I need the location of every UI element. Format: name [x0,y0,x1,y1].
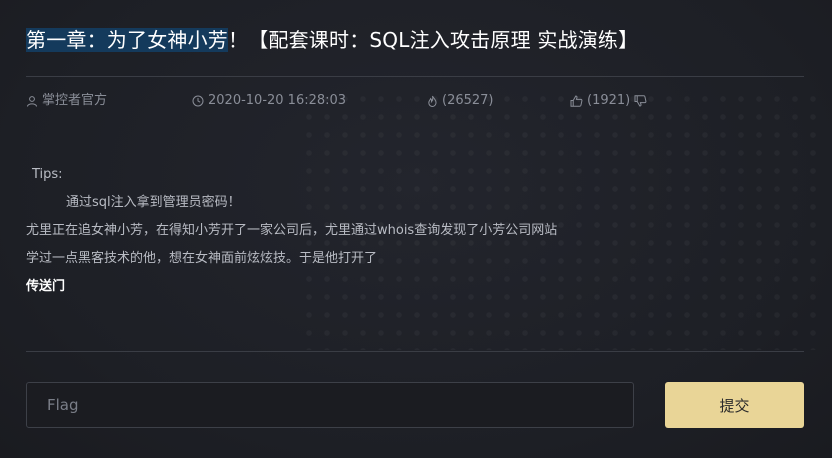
post-date: 2020-10-20 16:28:03 [208,93,347,108]
meta-author: 掌控者官方 [26,92,107,110]
story-line-1: 尤里正在追女神小芳，在得知小芳开了一家公司后，尤里通过whois查询发现了小芳公… [26,223,558,238]
user-icon [27,96,37,107]
view-count: (26527) [442,93,494,108]
challenge-title-highlight: 第一章：为了女神小芳 [26,28,228,52]
author-name: 掌控者官方 [42,93,108,108]
challenge-title: 第一章：为了女神小芳！【配套课时：SQL注入攻击原理 实战演练】 [26,26,638,54]
story-line-2: 学过一点黑客技术的他，想在女神面前炫炫技。于是他打开了 [26,251,378,266]
bottom-divider [26,351,804,352]
challenge-panel: 第一章：为了女神小芳！【配套课时：SQL注入攻击原理 实战演练】 掌控者官方 2… [0,0,832,458]
background-dot-pattern [300,90,820,350]
meta-likes: (1921) [570,92,651,110]
tip-text: 通过sql注入拿到管理员密码！ [66,195,241,210]
meta-views: (26527) [427,92,494,110]
submit-button[interactable]: 提交 [665,382,804,428]
thumbs-up-icon[interactable] [570,95,583,107]
challenge-title-rest: ！【配套课时：SQL注入攻击原理 实战演练】 [228,28,639,52]
clock-icon [192,95,204,107]
like-count: (1921) [587,93,631,108]
flag-input[interactable] [26,382,634,428]
tips-label: Tips: [32,167,63,182]
fire-icon [428,95,437,107]
meta-date: 2020-10-20 16:28:03 [192,92,346,110]
portal-link[interactable]: 传送门 [26,278,65,296]
top-divider [26,76,804,77]
thumbs-down-icon[interactable] [634,95,647,107]
